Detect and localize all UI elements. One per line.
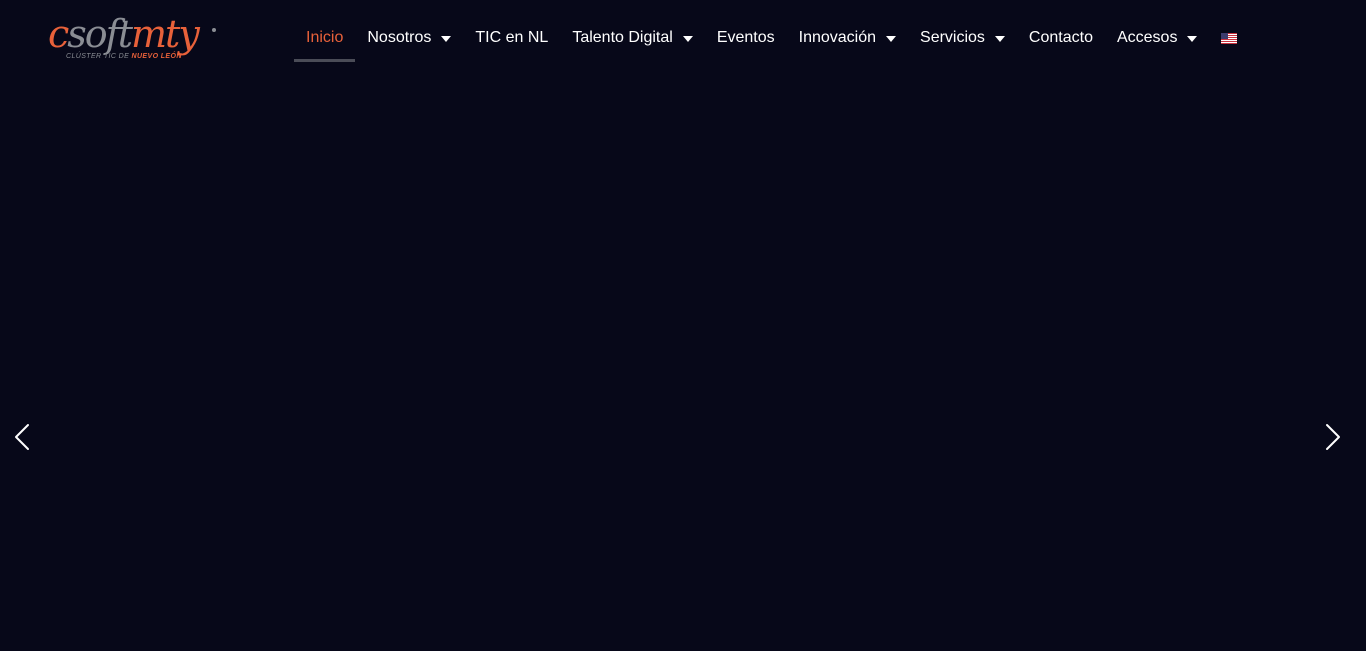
slider-prev-button[interactable] xyxy=(10,420,34,454)
nav-item-servicios[interactable]: Servicios xyxy=(908,14,1017,62)
logo-wordmark: csoftmty xyxy=(48,12,200,56)
nav-item-label: Inicio xyxy=(306,29,344,46)
nav-item-label: Servicios xyxy=(920,29,985,46)
nav-item-label: Contacto xyxy=(1028,29,1093,46)
caret-down-icon xyxy=(1187,36,1198,42)
nav-item-label: Talento Digital xyxy=(572,29,673,46)
main-nav: Inicio Nosotros TIC en NL Talento Digita… xyxy=(294,14,1249,62)
site-logo[interactable]: csoftmty CLÚSTER TIC DE NUEVO LEÓN xyxy=(48,12,220,64)
nav-item-contacto[interactable]: Contacto xyxy=(1017,14,1105,62)
logo-tagline: CLÚSTER TIC DE NUEVO LEÓN xyxy=(66,53,182,60)
nav-item-label: TIC en NL xyxy=(475,29,549,46)
nav-item-accesos[interactable]: Accesos xyxy=(1105,14,1209,62)
nav-item-label: Innovación xyxy=(798,29,877,46)
us-flag-icon xyxy=(1221,33,1238,44)
nav-item-label: Eventos xyxy=(716,29,775,46)
page: csoftmty CLÚSTER TIC DE NUEVO LEÓN Inici… xyxy=(0,0,1366,651)
nav-item-label: Accesos xyxy=(1116,29,1178,46)
nav-item-eventos[interactable]: Eventos xyxy=(705,14,787,62)
nav-item-tic-en-nl[interactable]: TIC en NL xyxy=(463,14,560,62)
nav-item-label: Nosotros xyxy=(367,29,432,46)
nav-item-inicio[interactable]: Inicio xyxy=(294,14,356,62)
logo-part-2: soft xyxy=(67,12,133,56)
logo-tagline-highlight: NUEVO LEÓN xyxy=(131,53,182,60)
nav-item-nosotros[interactable]: Nosotros xyxy=(355,14,463,62)
nav-item-talento-digital[interactable]: Talento Digital xyxy=(560,14,705,62)
logo-dot xyxy=(212,28,216,32)
language-switcher[interactable] xyxy=(1209,14,1249,62)
caret-down-icon xyxy=(441,36,452,42)
logo-part-3: mty xyxy=(131,12,200,56)
caret-down-icon xyxy=(682,36,693,42)
nav-item-innovacion[interactable]: Innovación xyxy=(787,14,908,62)
hero-slider xyxy=(0,78,1366,651)
site-header: csoftmty CLÚSTER TIC DE NUEVO LEÓN Inici… xyxy=(0,0,1366,78)
chevron-right-icon xyxy=(1326,424,1340,450)
slider-next-button[interactable] xyxy=(1321,420,1345,454)
logo-part-1: c xyxy=(48,12,69,56)
caret-down-icon xyxy=(994,36,1005,42)
logo-tagline-prefix: CLÚSTER TIC DE xyxy=(66,53,132,60)
chevron-left-icon xyxy=(15,424,29,450)
caret-down-icon xyxy=(886,36,897,42)
